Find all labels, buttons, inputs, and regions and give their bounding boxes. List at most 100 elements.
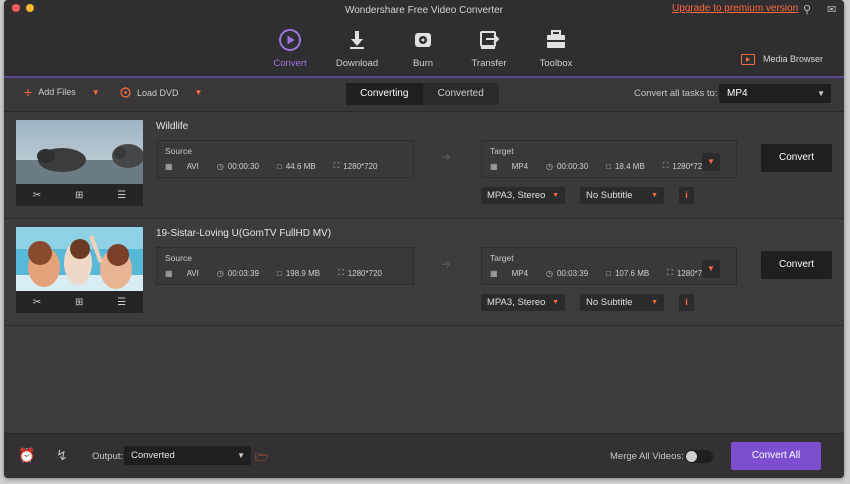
scissors-icon[interactable]: ✂ xyxy=(33,297,41,308)
clock-icon: ◷ xyxy=(546,161,553,171)
output-folder-value: Converted xyxy=(131,450,175,461)
audio-select[interactable]: MPA3, Stereo ▼ xyxy=(481,187,565,204)
plus-icon: + xyxy=(24,84,33,100)
subtitle-select[interactable]: No Subtitle ▼ xyxy=(580,294,664,311)
subtitle-value: No Subtitle xyxy=(586,190,633,201)
music-video-thumbnail-image xyxy=(16,227,143,291)
wildlife-thumbnail-image xyxy=(16,120,143,184)
media-browser-icon xyxy=(741,54,755,65)
tab-label: Toolbox xyxy=(539,58,573,69)
search-icon[interactable]: ⚲ xyxy=(803,3,811,16)
target-format: MP4 xyxy=(511,161,529,171)
crop-icon[interactable]: ⊞ xyxy=(75,190,83,201)
alarm-clock-icon[interactable]: ⏰ xyxy=(18,447,35,464)
video-thumbnail[interactable]: ✂ ⊞ ☰ xyxy=(16,227,143,313)
toolbox-icon xyxy=(547,30,565,48)
arrow-right-icon: ➜ xyxy=(441,257,452,271)
sliders-icon[interactable]: ☰ xyxy=(117,297,126,308)
chevron-down-icon: ▼ xyxy=(651,192,658,199)
video-thumbnail[interactable]: ✂ ⊞ ☰ xyxy=(16,120,143,206)
convert-button[interactable]: Convert xyxy=(761,251,832,279)
chevron-down-icon: ▼ xyxy=(552,299,559,306)
toolbar: + Add Files ▼ Load DVD ▼ Converting Conv… xyxy=(4,78,844,112)
thumbnail-tools: ✂ ⊞ ☰ xyxy=(16,291,143,313)
sliders-icon[interactable]: ☰ xyxy=(117,190,126,201)
tab-label: Burn xyxy=(412,58,434,69)
target-duration: 00:03:39 xyxy=(557,268,589,278)
film-icon: ▦ xyxy=(490,268,498,278)
status-segmented-control: Converting Converted xyxy=(346,83,499,105)
info-button[interactable]: i xyxy=(679,294,694,311)
target-settings-dropdown[interactable]: ▼ xyxy=(702,153,720,171)
segment-converting[interactable]: Converting xyxy=(346,83,423,105)
subtitle-value: No Subtitle xyxy=(586,297,633,308)
segment-converted[interactable]: Converted xyxy=(423,83,500,105)
output-label: Output: xyxy=(92,451,124,462)
open-folder-icon[interactable]: 🗁 xyxy=(255,449,269,468)
load-dvd-button[interactable]: Load DVD ▼ xyxy=(120,87,202,98)
target-settings-dropdown[interactable]: ▼ xyxy=(702,260,720,278)
audio-select[interactable]: MPA3, Stereo ▼ xyxy=(481,294,565,311)
info-button[interactable]: i xyxy=(679,187,694,204)
chevron-down-icon[interactable]: ▼ xyxy=(92,88,100,97)
convert-all-tasks-label: Convert all tasks to: xyxy=(634,88,718,99)
tab-download[interactable]: Download xyxy=(327,28,387,69)
tab-convert[interactable]: Convert xyxy=(260,28,320,69)
task-row: ✂ ⊞ ☰ Wildlife Source ▦ AVI ◷ 00:00:30 □… xyxy=(4,112,844,219)
merge-all-videos-label: Merge All Videos: xyxy=(610,451,684,462)
dvd-icon xyxy=(120,87,131,98)
transfer-icon xyxy=(480,31,500,49)
source-format: AVI xyxy=(186,161,199,171)
film-icon: ▦ xyxy=(165,161,173,171)
source-label: Source xyxy=(165,253,192,263)
add-files-label: Add Files xyxy=(38,87,76,97)
message-icon[interactable]: ✉ xyxy=(827,3,836,16)
folder-icon: □ xyxy=(277,161,282,171)
video-title: Wildlife xyxy=(156,121,189,132)
tab-transfer[interactable]: Transfer xyxy=(459,28,519,69)
clock-icon: ◷ xyxy=(546,268,553,278)
target-format: MP4 xyxy=(511,268,529,278)
folder-icon: □ xyxy=(606,268,611,278)
audio-value: MPA3, Stereo xyxy=(487,297,546,308)
source-duration: 00:03:39 xyxy=(227,268,259,278)
tab-toolbox[interactable]: Toolbox xyxy=(526,28,586,69)
convert-icon xyxy=(279,29,301,51)
app-window: Wondershare Free Video Converter Upgrade… xyxy=(4,0,844,478)
resolution-icon: ⛶ xyxy=(667,268,673,277)
download-icon xyxy=(350,31,364,49)
output-folder-select[interactable]: Converted ▼ xyxy=(124,446,251,465)
scissors-icon[interactable]: ✂ xyxy=(33,190,41,201)
chevron-down-icon: ▼ xyxy=(651,299,658,306)
upgrade-link[interactable]: Upgrade to premium version xyxy=(672,3,798,14)
lightning-icon[interactable]: ↯ xyxy=(56,447,68,464)
convert-all-button[interactable]: Convert All xyxy=(731,442,821,470)
title-bar: Wondershare Free Video Converter Upgrade… xyxy=(4,0,844,78)
merge-all-videos-toggle[interactable] xyxy=(685,450,713,463)
crop-icon[interactable]: ⊞ xyxy=(75,297,83,308)
thumbnail-tools: ✂ ⊞ ☰ xyxy=(16,184,143,206)
source-resolution: 1280*720 xyxy=(343,161,378,171)
resolution-icon: ⛶ xyxy=(333,161,340,170)
burn-icon xyxy=(415,33,431,47)
source-label: Source xyxy=(165,146,192,156)
chevron-down-icon[interactable]: ▼ xyxy=(195,88,203,97)
media-browser-label: Media Browser xyxy=(763,54,824,64)
target-size: 107.6 MB xyxy=(614,268,650,278)
convert-all-format-select[interactable]: MP4 ▼ xyxy=(719,84,831,103)
tab-burn[interactable]: Burn xyxy=(393,28,453,69)
source-duration: 00:00:30 xyxy=(227,161,259,171)
tab-label: Transfer xyxy=(471,58,507,69)
audio-value: MPA3, Stereo xyxy=(487,190,546,201)
media-browser-button[interactable]: Media Browser xyxy=(741,53,823,65)
clock-icon: ◷ xyxy=(216,161,224,171)
target-info-row: ▦ MP4 ◷ 00:00:30 □ 18.4 MB ⛶ 1280*720 xyxy=(490,161,707,171)
target-size: 18.4 MB xyxy=(614,161,645,171)
source-info-row: ▦ AVI ◷ 00:00:30 □ 44.6 MB ⛶ 1280*720 xyxy=(165,161,378,171)
convert-button[interactable]: Convert xyxy=(761,144,832,172)
add-files-button[interactable]: + Add Files ▼ xyxy=(24,84,100,100)
folder-icon: □ xyxy=(606,161,611,171)
folder-icon: □ xyxy=(277,268,282,278)
source-size: 198.9 MB xyxy=(285,268,321,278)
subtitle-select[interactable]: No Subtitle ▼ xyxy=(580,187,664,204)
